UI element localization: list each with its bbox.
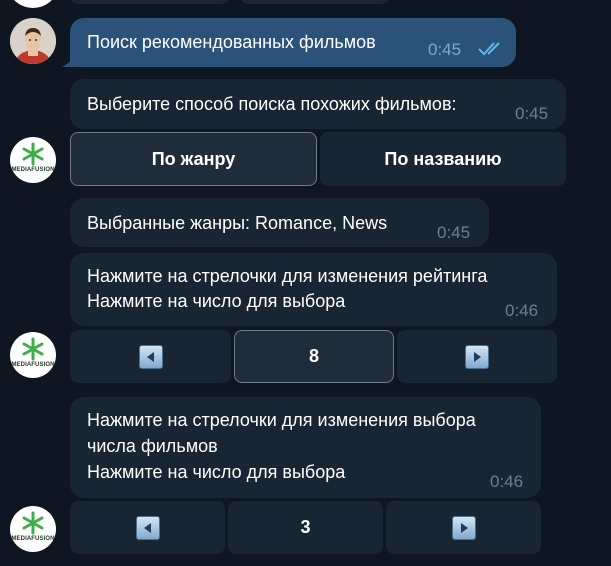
previous-keyboard-edge bbox=[240, 0, 390, 4]
films-count-value: 3 bbox=[300, 517, 311, 537]
rating-decrease-button[interactable] bbox=[70, 330, 231, 383]
films-count-increase-button[interactable] bbox=[386, 501, 541, 554]
previous-keyboard-edge bbox=[70, 0, 230, 4]
message-text: Поиск рекомендованных фильмов bbox=[87, 32, 376, 52]
mediafusion-logo-icon[interactable]: MEDIAFUSION bbox=[10, 332, 56, 378]
previous-bot-avatar bbox=[10, 0, 56, 8]
left-arrow-icon bbox=[135, 515, 160, 540]
title-search-button[interactable]: По названию bbox=[320, 132, 566, 186]
message-time: 0:45 bbox=[437, 223, 471, 242]
message-line: Нажмите на стрелочки для изменения выбор… bbox=[87, 410, 476, 430]
films-count-value-button[interactable]: 3 bbox=[228, 501, 383, 554]
user-avatar-icon[interactable] bbox=[10, 18, 56, 64]
message-time: 0:45 bbox=[428, 40, 462, 59]
message-text: Выбранные жанры: Romance, News bbox=[87, 213, 388, 233]
rating-value: 8 bbox=[308, 346, 319, 366]
message-time: 0:46 bbox=[490, 472, 524, 491]
button-label: По названию bbox=[384, 148, 502, 169]
mediafusion-logo-icon[interactable]: MEDIAFUSION bbox=[10, 137, 56, 183]
mediafusion-logo-icon[interactable]: MEDIAFUSION bbox=[10, 506, 56, 552]
rating-value-button[interactable]: 8 bbox=[234, 330, 394, 383]
right-arrow-icon bbox=[451, 515, 476, 540]
bot-message-genres[interactable]: Выбранные жанры: Romance, News 0:45 bbox=[70, 198, 489, 247]
bot-message-choose-method[interactable]: Выберите способ поиска похожих фильмов: … bbox=[70, 79, 566, 129]
left-arrow-icon bbox=[138, 344, 163, 369]
message-line: Нажмите на стрелочки для изменения рейти… bbox=[87, 266, 488, 286]
message-line: Нажмите на число для выбора bbox=[87, 462, 346, 482]
right-arrow-icon bbox=[465, 344, 489, 369]
message-time: 0:45 bbox=[515, 104, 549, 123]
bot-message-films-count[interactable]: Нажмите на стрелочки для изменения выбор… bbox=[70, 397, 541, 498]
outgoing-message[interactable]: Поиск рекомендованных фильмов 0:45 bbox=[70, 18, 516, 67]
rating-increase-button[interactable] bbox=[397, 330, 557, 383]
bubble-tail bbox=[62, 55, 76, 67]
message-line: числа фильмов bbox=[87, 436, 218, 456]
genre-search-button[interactable]: По жанру bbox=[70, 132, 317, 186]
bot-message-rating[interactable]: Нажмите на стрелочки для изменения рейти… bbox=[70, 253, 557, 326]
read-checkmarks-icon bbox=[478, 42, 500, 56]
logo-text: MEDIAFUSION bbox=[11, 536, 55, 542]
logo-text: MEDIAFUSION bbox=[11, 362, 55, 368]
logo-text: MEDIAFUSION bbox=[11, 167, 55, 173]
message-text: Выберите способ поиска похожих фильмов: bbox=[87, 94, 457, 114]
button-label: По жанру bbox=[151, 148, 236, 169]
message-line: Нажмите на число для выбора bbox=[87, 291, 346, 311]
films-count-decrease-button[interactable] bbox=[70, 501, 225, 554]
message-time: 0:46 bbox=[505, 301, 539, 320]
